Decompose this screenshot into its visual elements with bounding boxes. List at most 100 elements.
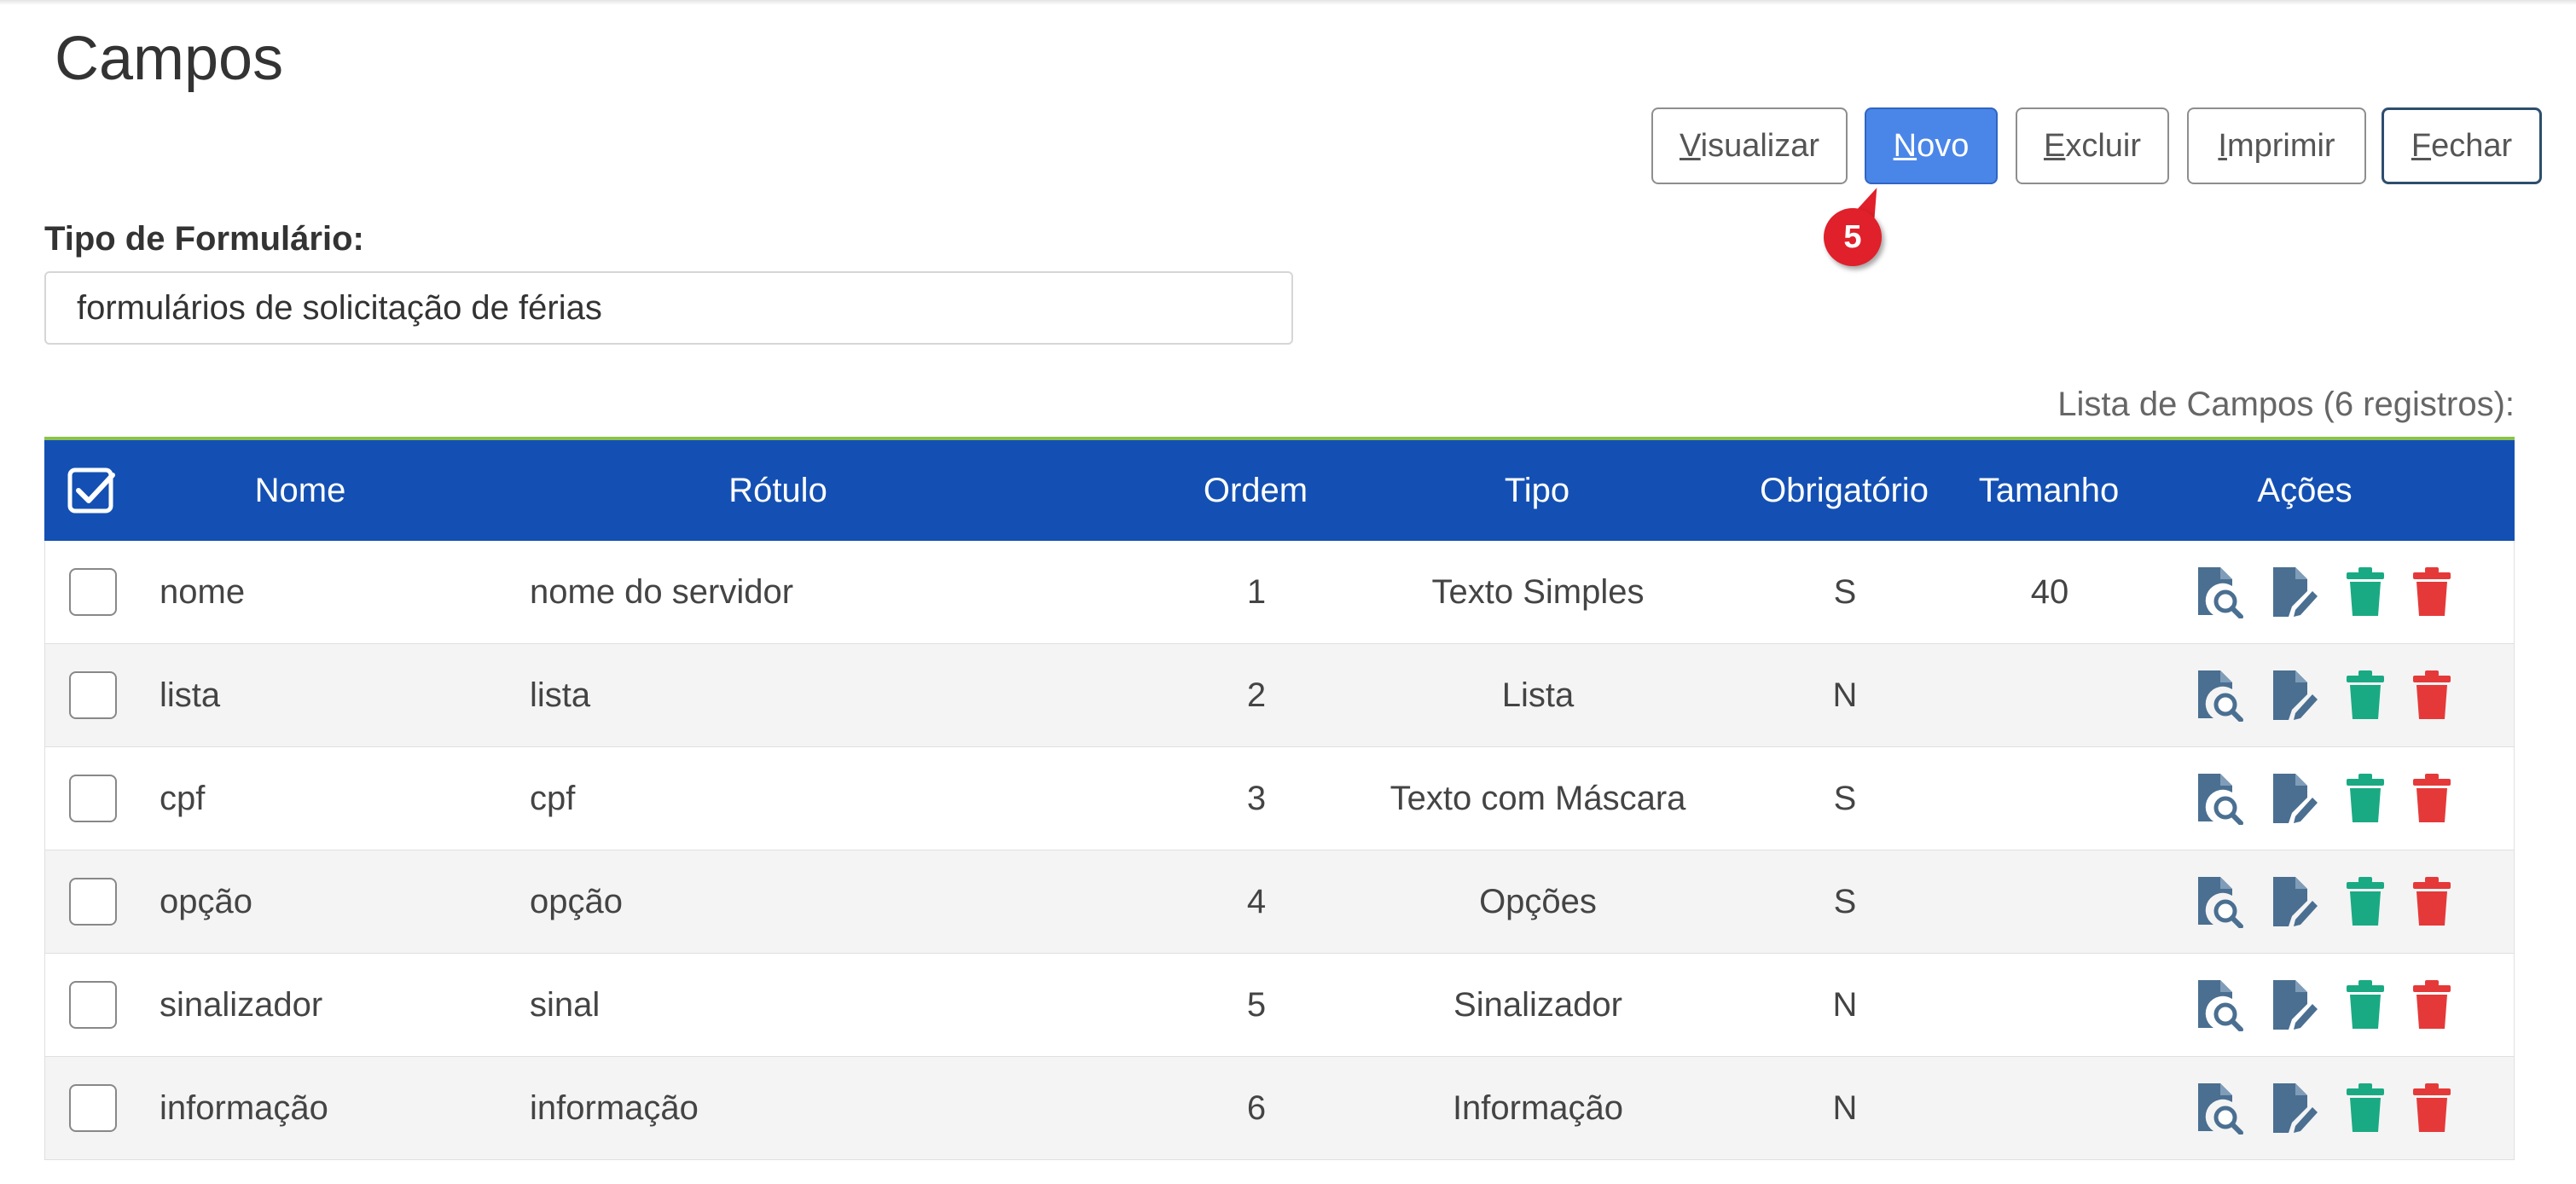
callout-badge: 5 [1824, 208, 1882, 266]
row-checkbox[interactable] [69, 671, 117, 719]
file-edit-icon[interactable] [2270, 566, 2319, 618]
cell-ordem: 4 [1246, 882, 1267, 920]
header-tipo[interactable]: Tipo [1366, 440, 1708, 541]
table-row: cpf cpf 3 Texto com Máscara S [44, 747, 2515, 850]
trash-red-icon[interactable] [2411, 670, 2452, 721]
header-ordem[interactable]: Ordem [1170, 440, 1341, 541]
cell-tamanho [1956, 644, 2144, 746]
excluir-label: Excluir [2043, 127, 2142, 164]
table-body: nome nome do servidor 1 Texto Simples S … [44, 541, 2515, 1160]
row-checkbox[interactable] [69, 878, 117, 926]
cell-nome: informação [160, 1088, 328, 1127]
file-search-icon[interactable] [2195, 875, 2244, 928]
trash-red-icon[interactable] [2411, 773, 2452, 824]
cell-obrigatorio: N [1832, 1088, 1858, 1127]
cell-ordem: 2 [1246, 676, 1267, 714]
row-checkbox[interactable] [69, 775, 117, 822]
cell-nome: sinalizador [160, 985, 323, 1024]
cell-tamanho [1956, 850, 2144, 953]
row-actions [2195, 954, 2452, 1056]
file-search-icon[interactable] [2195, 566, 2244, 618]
table-row: informação informação 6 Informação N [44, 1057, 2515, 1160]
tipo-formulario-label: Tipo de Formulário: [44, 220, 364, 258]
row-checkbox[interactable] [69, 568, 117, 616]
cell-nome: opção [160, 882, 252, 920]
trash-green-icon[interactable] [2345, 1082, 2386, 1134]
cell-tamanho [1956, 1057, 2144, 1159]
cell-nome: nome [160, 572, 246, 611]
novo-button[interactable]: Novo [1865, 107, 1998, 184]
header-tamanho[interactable]: Tamanho [1955, 440, 2143, 541]
list-count-label: Lista de Campos (6 registros): [2057, 386, 2515, 423]
cell-ordem: 6 [1246, 1088, 1267, 1127]
row-actions [2195, 644, 2452, 746]
table-row: lista lista 2 Lista N [44, 644, 2515, 747]
trash-green-icon[interactable] [2345, 670, 2386, 721]
cell-rotulo: informação [530, 1088, 699, 1127]
table-row: nome nome do servidor 1 Texto Simples S … [44, 541, 2515, 644]
cell-tipo: Informação [1452, 1088, 1624, 1127]
trash-green-icon[interactable] [2345, 773, 2386, 824]
imprimir-button[interactable]: Imprimir [2187, 107, 2366, 184]
header-nome[interactable]: Nome [172, 440, 428, 541]
cell-tipo: Texto Simples [1431, 572, 1645, 611]
excluir-button[interactable]: Excluir [2016, 107, 2169, 184]
row-actions [2195, 1057, 2452, 1159]
table-header: Nome Rótulo Ordem Tipo Obrigatório Taman… [44, 437, 2515, 541]
cell-rotulo: nome do servidor [530, 572, 794, 611]
tipo-formulario-field[interactable]: formulários de solicitação de férias [44, 271, 1293, 345]
cell-rotulo: opção [530, 882, 623, 920]
trash-green-icon[interactable] [2345, 979, 2386, 1030]
header-obrigatorio[interactable]: Obrigatório [1733, 440, 1955, 541]
cell-rotulo: sinal [530, 985, 600, 1024]
cell-tamanho [1956, 954, 2144, 1056]
row-actions [2195, 850, 2452, 953]
select-all-checkbox[interactable] [63, 440, 121, 541]
cell-rotulo: cpf [530, 779, 576, 817]
cell-tamanho [1956, 747, 2144, 850]
imprimir-label: Imprimir [2218, 127, 2335, 164]
file-search-icon[interactable] [2195, 669, 2244, 722]
file-search-icon[interactable] [2195, 1082, 2244, 1135]
file-edit-icon[interactable] [2270, 875, 2319, 928]
cell-tipo: Sinalizador [1453, 985, 1622, 1024]
cell-obrigatorio: S [1833, 779, 1857, 817]
file-search-icon[interactable] [2195, 772, 2244, 825]
header-rotulo[interactable]: Rótulo [624, 440, 931, 541]
cell-tipo: Texto com Máscara [1390, 779, 1686, 817]
table-row: sinalizador sinal 5 Sinalizador N [44, 954, 2515, 1057]
cell-ordem: 5 [1246, 985, 1267, 1024]
cell-ordem: 3 [1246, 779, 1267, 817]
cell-obrigatorio: N [1832, 676, 1858, 714]
top-shadow [0, 0, 2576, 5]
fechar-button[interactable]: Fechar [2382, 107, 2542, 184]
trash-green-icon[interactable] [2345, 876, 2386, 927]
cell-nome: cpf [160, 779, 206, 817]
row-select [69, 850, 117, 953]
row-checkbox[interactable] [69, 981, 117, 1029]
table-row: opção opção 4 Opções S [44, 850, 2515, 954]
novo-label: Novo [1893, 127, 1970, 164]
cell-rotulo: lista [530, 676, 591, 714]
file-edit-icon[interactable] [2270, 669, 2319, 722]
header-acoes: Ações [2257, 471, 2353, 509]
trash-red-icon[interactable] [2411, 979, 2452, 1030]
trash-green-icon[interactable] [2345, 566, 2386, 618]
row-actions [2195, 541, 2452, 643]
file-edit-icon[interactable] [2270, 1082, 2319, 1135]
visualizar-button[interactable]: Visualizar [1651, 107, 1848, 184]
cell-ordem: 1 [1246, 572, 1267, 611]
file-search-icon[interactable] [2195, 978, 2244, 1031]
trash-red-icon[interactable] [2411, 566, 2452, 618]
cell-obrigatorio: N [1832, 985, 1858, 1024]
trash-red-icon[interactable] [2411, 876, 2452, 927]
file-edit-icon[interactable] [2270, 978, 2319, 1031]
visualizar-label: Visualizar [1679, 127, 1820, 164]
trash-red-icon[interactable] [2411, 1082, 2452, 1134]
file-edit-icon[interactable] [2270, 772, 2319, 825]
row-select [69, 1057, 117, 1159]
page-title: Campos [55, 25, 284, 93]
row-checkbox[interactable] [69, 1084, 117, 1132]
cell-tipo: Lista [1501, 676, 1575, 714]
row-select [69, 541, 117, 643]
